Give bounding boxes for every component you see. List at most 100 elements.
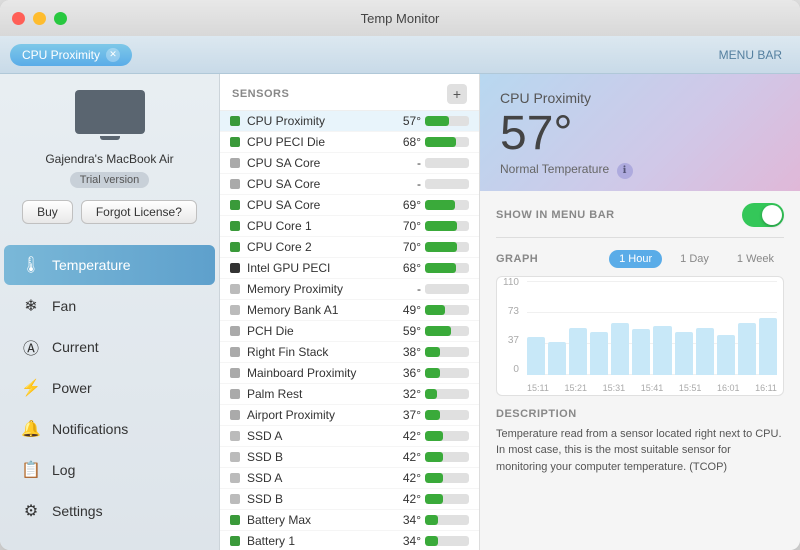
sensor-bar-fill [425,473,443,483]
nav-label-power: Power [52,380,92,396]
nav-label-fan: Fan [52,298,76,314]
graph-bar [653,326,671,375]
current-icon: Ⓐ [20,336,42,358]
sensor-bar-bg [425,158,469,168]
sensor-dot [230,452,240,462]
sensor-row[interactable]: SSD B 42° [220,489,479,510]
detail-body: SHOW IN MENU BAR GRAPH 1 Hour 1 Day 1 We… [480,191,800,488]
sensors-list[interactable]: CPU Proximity 57° CPU PECI Die 68° CPU S… [220,111,479,550]
titlebar: Temp Monitor [0,0,800,36]
tab-label: CPU Proximity [22,48,100,62]
toolbar: CPU Proximity ✕ MENU BAR [0,36,800,74]
sensors-panel: SENSORS + CPU Proximity 57° CPU PECI Die… [220,74,480,550]
show-in-menu-bar-label: SHOW IN MENU BAR [496,209,615,221]
sensor-value: - [393,282,421,296]
sensor-bar-fill [425,326,451,336]
sidebar-item-temperature[interactable]: 🌡 Temperature [4,245,215,285]
sensor-bar-bg [425,347,469,357]
info-icon[interactable]: ℹ [617,163,633,179]
settings-icon: ⚙ [20,500,42,522]
sensor-row[interactable]: Palm Rest 32° [220,384,479,405]
sensor-row[interactable]: CPU Core 2 70° [220,237,479,258]
sensor-row[interactable]: Battery 1 34° [220,531,479,550]
main-content: Gajendra's MacBook Air Trial version Buy… [0,74,800,550]
power-icon: ⚡ [20,377,42,399]
sensor-value: - [393,156,421,170]
tab-close-icon[interactable]: ✕ [106,48,120,62]
sensor-dot [230,410,240,420]
temperature-icon: 🌡 [20,254,42,276]
sensor-row[interactable]: Airport Proximity 37° [220,405,479,426]
sensor-value: 70° [393,240,421,254]
sensor-row[interactable]: CPU SA Core - [220,174,479,195]
sidebar-item-settings[interactable]: ⚙ Settings [4,491,215,531]
sensor-bar-bg [425,305,469,315]
description-section: DESCRIPTION Temperature read from a sens… [496,408,784,476]
sensor-row[interactable]: Right Fin Stack 38° [220,342,479,363]
x-label-1611: 16:11 [755,383,777,393]
sensor-row[interactable]: CPU PECI Die 68° [220,132,479,153]
sidebar-item-fan[interactable]: ❄ Fan [4,286,215,326]
x-label-1521: 15:21 [564,383,587,393]
graph-btn-1day[interactable]: 1 Day [670,250,719,268]
sensor-bar-bg [425,137,469,147]
device-name: Gajendra's MacBook Air [45,152,173,166]
graph-header: GRAPH 1 Hour 1 Day 1 Week [496,250,784,268]
nav-label-temperature: Temperature [52,257,131,273]
maximize-button[interactable] [54,12,67,25]
sensor-bar-fill [425,221,457,231]
trial-badge: Trial version [70,172,150,188]
sensor-bar-fill [425,116,449,126]
show-in-menu-bar-row: SHOW IN MENU BAR [496,203,784,238]
sensor-row[interactable]: Memory Proximity - [220,279,479,300]
sidebar-item-power[interactable]: ⚡ Power [4,368,215,408]
sensor-row[interactable]: CPU Core 1 70° [220,216,479,237]
sensor-dot [230,200,240,210]
x-label-1511: 15:11 [527,383,549,393]
sensor-name: Memory Proximity [247,282,393,296]
x-label-1541: 15:41 [641,383,664,393]
minimize-button[interactable] [33,12,46,25]
sidebar-item-notifications[interactable]: 🔔 Notifications [4,409,215,449]
sensor-row[interactable]: Memory Bank A1 49° [220,300,479,321]
graph-bar [632,329,650,374]
sensor-row[interactable]: Mainboard Proximity 36° [220,363,479,384]
menu-bar-toggle[interactable] [742,203,784,227]
sidebar-item-current[interactable]: Ⓐ Current [4,327,215,367]
x-label-1551: 15:51 [679,383,702,393]
sensor-row[interactable]: CPU SA Core - [220,153,479,174]
sensor-row[interactable]: SSD A 42° [220,426,479,447]
close-button[interactable] [12,12,25,25]
graph-btn-1week[interactable]: 1 Week [727,250,784,268]
forgot-license-button[interactable]: Forgot License? [81,200,197,224]
active-tab-pill[interactable]: CPU Proximity ✕ [10,44,132,66]
buy-button[interactable]: Buy [22,200,73,224]
sensor-bar-bg [425,473,469,483]
sensor-bar-bg [425,410,469,420]
sidebar-item-log[interactable]: 📋 Log [4,450,215,490]
sensor-row[interactable]: CPU Proximity 57° [220,111,479,132]
graph-y-0: 0 [513,364,519,375]
sensor-row[interactable]: Intel GPU PECI 68° [220,258,479,279]
graph-y-73: 73 [508,306,519,317]
sensors-title: SENSORS [232,88,289,100]
sensor-row[interactable]: SSD A 42° [220,468,479,489]
sensor-name: SSD B [247,492,393,506]
sensor-bar-bg [425,515,469,525]
sensor-row[interactable]: CPU SA Core 69° [220,195,479,216]
graph-btn-1hour[interactable]: 1 Hour [609,250,662,268]
sensor-bar-bg [425,368,469,378]
sensor-bar-fill [425,389,437,399]
sensor-dot [230,515,240,525]
sensor-row[interactable]: PCH Die 59° [220,321,479,342]
add-sensor-button[interactable]: + [447,84,467,104]
sensor-dot [230,389,240,399]
sensor-dot [230,494,240,504]
sensor-name: SSD B [247,450,393,464]
sensor-row[interactable]: SSD B 42° [220,447,479,468]
sensor-bar-bg [425,200,469,210]
app-window: Temp Monitor CPU Proximity ✕ MENU BAR Ga… [0,0,800,550]
graph-y-37: 37 [508,335,519,346]
sensor-row[interactable]: Battery Max 34° [220,510,479,531]
sensor-value: 68° [393,261,421,275]
